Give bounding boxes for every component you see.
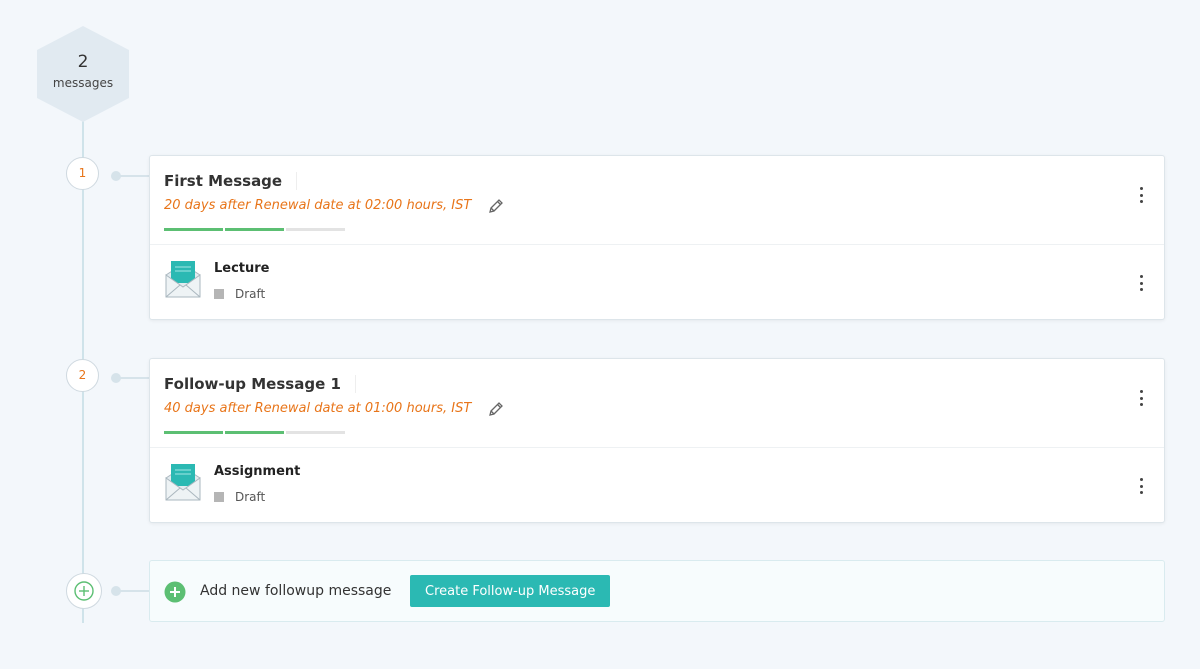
add-followup-panel: Add new followup message Create Follow-u… bbox=[149, 560, 1165, 622]
progress-segment bbox=[286, 228, 345, 231]
message-progress-bar bbox=[164, 431, 345, 434]
edit-pencil-icon[interactable] bbox=[486, 399, 506, 419]
progress-segment bbox=[164, 431, 223, 434]
message-card-header: First Message 20 days after Renewal date… bbox=[150, 156, 1164, 245]
message-schedule: 40 days after Renewal date at 01:00 hour… bbox=[164, 401, 472, 416]
step-number-1: 1 bbox=[66, 157, 99, 190]
message-count-badge: 2 messages bbox=[37, 26, 129, 122]
item-status-label: Draft bbox=[235, 490, 266, 504]
add-followup-label[interactable]: Add new followup message bbox=[200, 583, 391, 599]
message-count-label: messages bbox=[52, 76, 114, 90]
message-progress-bar bbox=[164, 228, 345, 231]
message-card-1: First Message 20 days after Renewal date… bbox=[149, 155, 1165, 320]
step-connector-1 bbox=[111, 171, 149, 181]
message-count: 2 bbox=[77, 52, 89, 72]
create-followup-button[interactable]: Create Follow-up Message bbox=[410, 575, 611, 607]
item-status-label: Draft bbox=[235, 287, 266, 301]
message-schedule: 20 days after Renewal date at 02:00 hour… bbox=[164, 198, 472, 213]
item-status: Draft bbox=[214, 287, 265, 301]
message-card-2: Follow-up Message 1 40 days after Renewa… bbox=[149, 358, 1165, 523]
message-title: Follow-up Message 1 bbox=[164, 375, 356, 393]
add-step-circle[interactable] bbox=[66, 573, 102, 609]
message-menu-kebab-icon[interactable] bbox=[1136, 390, 1146, 406]
plus-outline-icon bbox=[74, 581, 94, 601]
plus-circle-icon[interactable] bbox=[164, 581, 186, 603]
progress-segment bbox=[164, 228, 223, 231]
status-square-icon bbox=[214, 492, 224, 502]
progress-segment bbox=[286, 431, 345, 434]
message-title: First Message bbox=[164, 172, 298, 190]
envelope-open-icon bbox=[165, 464, 201, 501]
item-name[interactable]: Lecture bbox=[214, 261, 270, 276]
item-menu-kebab-icon[interactable] bbox=[1136, 478, 1146, 494]
progress-segment bbox=[225, 431, 284, 434]
progress-segment bbox=[225, 228, 284, 231]
item-status: Draft bbox=[214, 490, 265, 504]
add-connector bbox=[111, 586, 149, 596]
step-number-2: 2 bbox=[66, 359, 99, 392]
message-item-row[interactable]: Lecture Draft bbox=[150, 245, 1164, 319]
status-square-icon bbox=[214, 289, 224, 299]
edit-pencil-icon[interactable] bbox=[486, 196, 506, 216]
message-card-header: Follow-up Message 1 40 days after Renewa… bbox=[150, 359, 1164, 448]
item-menu-kebab-icon[interactable] bbox=[1136, 275, 1146, 291]
envelope-open-icon bbox=[165, 261, 201, 298]
step-connector-2 bbox=[111, 373, 149, 383]
message-menu-kebab-icon[interactable] bbox=[1136, 187, 1146, 203]
item-name[interactable]: Assignment bbox=[214, 464, 300, 479]
message-item-row[interactable]: Assignment Draft bbox=[150, 448, 1164, 522]
